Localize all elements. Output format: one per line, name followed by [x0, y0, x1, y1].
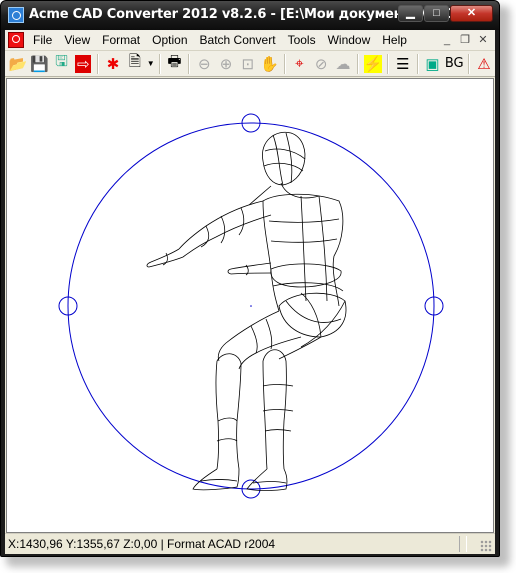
drawing-canvas[interactable] [6, 78, 494, 533]
wireframe-line [217, 417, 238, 422]
wireframe-line [263, 162, 304, 172]
wireframe-line [272, 134, 284, 186]
toolbar-separator [158, 53, 161, 74]
wireframe-line [178, 200, 264, 250]
menu-help[interactable]: Help [377, 33, 414, 47]
wireframe-line [227, 268, 232, 275]
title-bar[interactable]: Acme CAD Converter 2012 v8.2.6 - [E:\Мои… [1, 1, 499, 30]
wireframe-line [200, 479, 238, 482]
wireframe-line [262, 360, 268, 470]
wireframe-line [265, 318, 273, 350]
convert-pdf-icon[interactable]: ✱ [102, 53, 124, 75]
toolbar-separator [188, 53, 191, 74]
wireframe-line [248, 185, 272, 206]
toolbar-separator [468, 53, 471, 74]
document-icon[interactable] [8, 32, 24, 48]
resize-grip[interactable] [480, 540, 492, 552]
export-icon[interactable]: ⇨ [75, 54, 92, 73]
maximize-button[interactable]: □ [424, 5, 449, 22]
menu-tools[interactable]: Tools [283, 33, 323, 47]
wireframe-line [282, 360, 287, 470]
wireframe-line [264, 429, 292, 432]
zoom-out-icon[interactable]: ⊖ [193, 53, 215, 75]
wireframe-line [300, 195, 307, 302]
wireframe-line [230, 272, 272, 275]
wireframe-line [262, 349, 287, 362]
wireframe-line [262, 193, 344, 257]
wireframe-figure [146, 131, 347, 491]
wireframe-line [182, 214, 272, 258]
wireframe-line [215, 360, 220, 470]
wireframe-line [280, 182, 320, 199]
status-bar: X:1430,96 Y:1355,67 Z:0,00 | Format ACAD… [5, 533, 495, 554]
wireframe-line [236, 362, 242, 470]
zoom-realtime-icon[interactable]: ⊘ [310, 53, 332, 75]
mdi-minimize-button[interactable]: _ [439, 33, 455, 47]
close-button[interactable]: ✕ [450, 5, 493, 22]
save-icon[interactable]: 💾 [29, 53, 51, 75]
3d-orbit-icon[interactable]: ☁ [332, 53, 354, 75]
minimize-button[interactable]: ▁ [398, 5, 423, 22]
caption-buttons: ▁ □ ✕ [398, 5, 493, 22]
wireframe-line [148, 256, 184, 268]
zoom-in-icon[interactable]: ⊕ [215, 53, 237, 75]
menu-option[interactable]: Option [147, 33, 194, 47]
app-icon[interactable] [8, 7, 24, 23]
help-icon[interactable]: ⚠ [473, 53, 495, 75]
background-color-button[interactable]: BG [443, 53, 465, 75]
status-coordinates: X:1430,96 Y:1355,67 Z:0,00 | Format ACAD… [8, 537, 276, 551]
toolbar-separator [386, 53, 389, 74]
wireframe-line [230, 262, 272, 270]
mdi-buttons: _ ❐ ✕ [439, 33, 495, 47]
wireframe-line [250, 325, 258, 354]
wireframe-line [220, 215, 226, 244]
wireframe-line [216, 353, 242, 364]
wireframe-line [264, 148, 306, 160]
wireframe-line [262, 384, 294, 387]
menu-format[interactable]: Format [97, 33, 147, 47]
wireframe-line [300, 292, 322, 338]
layout-icon[interactable]: ▣ [422, 53, 444, 75]
wireframe-line [300, 300, 346, 348]
toolbar: 📂 💾 🖫 ⇨ ✱ 🗎 ▼ 🖶 ⊖ ⊕ ⊡ ✋ ⌖ ⊘ ☁ ⚡ ☰ ▣ BG ⚠ [5, 51, 495, 77]
drawing-svg [58, 113, 444, 499]
toolbar-separator [416, 53, 419, 74]
wireframe-line [262, 200, 280, 312]
menu-view[interactable]: View [59, 33, 97, 47]
zoom-extents-icon[interactable]: ⌖ [289, 53, 311, 75]
print-icon[interactable]: 🖶 [164, 53, 186, 75]
wireframe-line [262, 131, 306, 186]
wireframe-line [278, 292, 347, 338]
wireframe-line [270, 238, 338, 243]
toolbar-separator [97, 53, 100, 74]
wireframe-line [285, 300, 342, 323]
batch-convert-icon[interactable]: 🗎 [124, 53, 146, 75]
menu-batch-convert[interactable]: Batch Convert [195, 33, 283, 47]
line-width-icon[interactable]: ⚡ [363, 54, 382, 73]
layers-icon[interactable]: ☰ [392, 53, 414, 75]
wireframe-line [262, 409, 294, 412]
client-area: File View Format Option Batch Convert To… [5, 30, 495, 554]
menu-window[interactable]: Window [323, 33, 378, 47]
wireframe-line [270, 263, 342, 288]
menu-bar: File View Format Option Batch Convert To… [5, 30, 495, 51]
wireframe-line [216, 438, 238, 442]
wireframe-line [238, 207, 245, 236]
center-grip [250, 305, 252, 307]
mdi-close-button[interactable]: ✕ [475, 33, 491, 47]
batch-dropdown-icon[interactable]: ▼ [146, 59, 156, 68]
menu-file[interactable]: File [28, 33, 59, 47]
zoom-window-icon[interactable]: ⊡ [237, 53, 259, 75]
mdi-restore-button[interactable]: ❐ [457, 33, 473, 47]
status-pane-divider [459, 536, 467, 552]
wireframe-line [268, 218, 340, 223]
save-image-icon[interactable]: 🖫 [51, 53, 73, 75]
pan-icon[interactable]: ✋ [259, 53, 281, 75]
toolbar-separator [283, 53, 286, 74]
wireframe-line [285, 132, 293, 184]
toolbar-separator [356, 53, 359, 74]
wireframe-line [278, 336, 322, 360]
open-icon[interactable]: 📂 [7, 53, 29, 75]
main-window: Acme CAD Converter 2012 v8.2.6 - [E:\Мои… [0, 0, 500, 557]
